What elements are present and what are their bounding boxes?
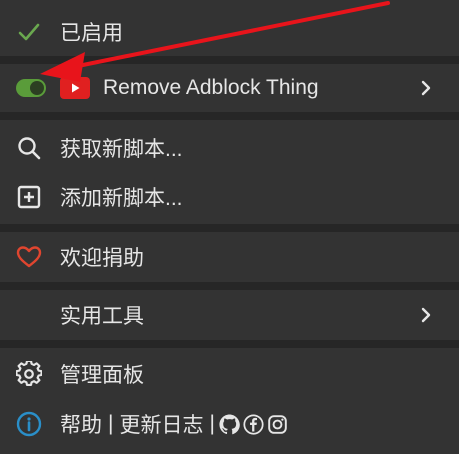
search-icon xyxy=(14,133,44,163)
separator-text: | xyxy=(209,412,215,435)
help-row: 帮助 | 更新日志 | xyxy=(0,400,459,448)
info-icon xyxy=(14,409,44,439)
youtube-icon xyxy=(60,77,90,99)
changelog-link[interactable]: 更新日志 xyxy=(119,409,203,439)
enabled-label: 已启用 xyxy=(60,22,123,45)
toggle-knob xyxy=(30,81,44,95)
script-name: Remove Adblock Thing xyxy=(103,76,319,99)
enabled-toggle-row[interactable]: 已启用 xyxy=(0,8,459,56)
instagram-icon[interactable] xyxy=(267,413,289,435)
help-links: 帮助 | 更新日志 | xyxy=(60,409,289,439)
gear-icon xyxy=(14,359,44,389)
donate-label: 欢迎捐助 xyxy=(60,247,144,270)
github-icon[interactable] xyxy=(219,413,241,435)
heart-icon xyxy=(14,242,44,272)
find-new-scripts-item[interactable]: 获取新脚本... xyxy=(0,124,459,172)
plus-square-icon xyxy=(14,182,44,212)
checkmark-icon xyxy=(14,17,44,47)
add-new-script-item[interactable]: 添加新脚本... xyxy=(0,173,459,221)
find-new-scripts-label: 获取新脚本... xyxy=(60,138,183,161)
dashboard-item[interactable]: 管理面板 xyxy=(0,350,459,398)
userscript-popup-menu: 已启用 Remove Adblock Thing 获取新脚本... 添加新脚本.… xyxy=(0,0,459,454)
separator xyxy=(0,224,459,232)
help-link[interactable]: 帮助 xyxy=(60,409,102,439)
separator xyxy=(0,112,459,120)
separator xyxy=(0,56,459,64)
script-enable-toggle[interactable] xyxy=(16,79,46,97)
separator-text: | xyxy=(108,412,114,435)
donate-item[interactable]: 欢迎捐助 xyxy=(0,233,459,281)
add-new-script-label: 添加新脚本... xyxy=(60,187,183,210)
facebook-icon[interactable] xyxy=(243,413,265,435)
chevron-right-icon[interactable] xyxy=(419,78,433,98)
separator xyxy=(0,282,459,290)
script-row[interactable]: Remove Adblock Thing xyxy=(0,64,459,112)
utilities-label: 实用工具 xyxy=(60,305,144,328)
utilities-item[interactable]: 实用工具 xyxy=(0,291,459,339)
chevron-right-icon[interactable] xyxy=(419,305,433,325)
separator xyxy=(0,340,459,348)
dashboard-label: 管理面板 xyxy=(60,364,144,387)
